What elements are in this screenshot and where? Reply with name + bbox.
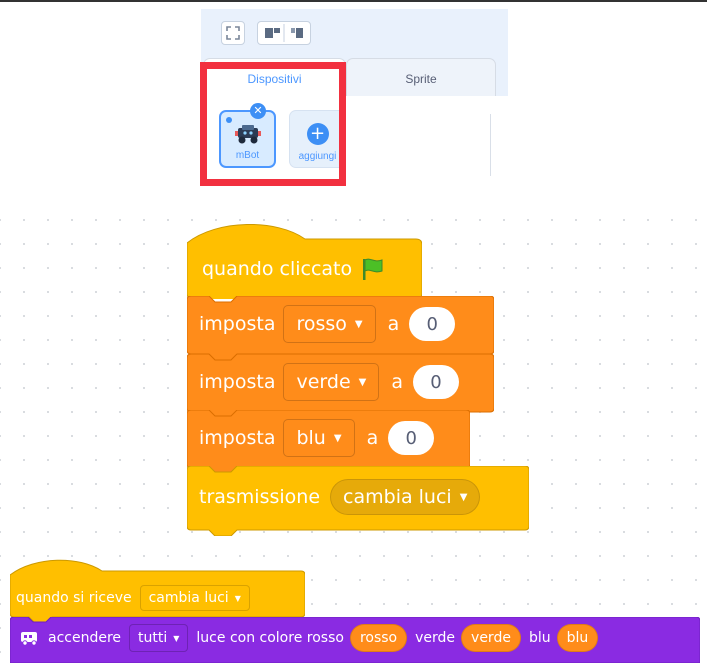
fullscreen-button[interactable] [221,21,245,45]
value-input[interactable]: 0 [413,365,459,399]
set-row: imposta blu ▼ a 0 [199,418,435,458]
variable-name: blu [296,427,326,449]
set-row: imposta rosso ▼ a 0 [199,304,456,344]
value-input[interactable]: 0 [388,421,435,455]
value-input[interactable]: 0 [409,307,456,341]
green-variable-pill[interactable]: verde [461,624,521,652]
mbot-board-icon [21,632,37,646]
device-label: mBot [235,150,260,161]
fullscreen-icon [226,26,240,40]
set-label: imposta [199,313,276,335]
variable-dropdown[interactable]: blu ▼ [283,419,355,457]
stage-size-toggle[interactable] [257,21,311,45]
led-text: luce con colore rosso [196,630,344,646]
set-variable-block[interactable]: imposta rosso ▼ a 0 [187,296,494,361]
device-list: mBot ✕ + aggiungi [201,96,508,188]
set-variable-block[interactable]: imposta verde ▼ a 0 [187,354,494,419]
set-label: imposta [199,371,276,393]
led-target-dropdown[interactable]: tutti ▼ [129,624,189,652]
tab-dispositivi[interactable]: Dispositivi [203,58,346,98]
when-flag-clicked-block[interactable]: quando cliccato [187,223,422,299]
device-card-mbot[interactable]: mBot [219,110,276,168]
broadcast-block[interactable]: trasmissione cambia luci ▼ [187,466,529,536]
plus-icon: + [306,123,329,145]
divider [490,114,491,176]
when-receive-block[interactable]: quando si riceve cambia luci ▼ [10,559,305,623]
add-label: aggiungi [298,151,337,162]
broadcast-row: trasmissione cambia luci ▼ [199,477,481,517]
stage-layout-icon [265,24,303,42]
message-name: cambia luci [148,590,229,606]
tab-label: Sprite [405,71,437,86]
mbot-icon [234,125,261,144]
variable-dropdown[interactable]: rosso ▼ [283,305,376,343]
variable-name: verde [296,371,351,393]
blue-variable-pill[interactable]: blu [556,624,599,652]
hat-label-group: quando cliccato [202,257,386,281]
dropdown-arrow-icon: ▼ [333,432,342,444]
add-device-button[interactable]: + aggiungi [289,110,346,168]
to-label: a [366,427,379,449]
tab-sprite[interactable]: Sprite [346,58,496,98]
set-label: imposta [199,427,276,449]
broadcast-label: trasmissione [199,486,321,508]
receive-row: quando si riceve cambia luci ▼ [16,585,250,611]
receive-message-dropdown[interactable]: cambia luci ▼ [139,585,250,611]
set-row: imposta verde ▼ a 0 [199,362,459,402]
dropdown-arrow-icon: ▼ [459,491,468,503]
variable-dropdown[interactable]: verde ▼ [283,363,380,401]
stage-toolbar [201,9,508,56]
dropdown-arrow-icon: ▼ [173,633,180,643]
message-dropdown[interactable]: cambia luci ▼ [330,479,481,515]
device-panel: Dispositivi Sprite mBot ✕ + aggiungi [201,9,508,188]
message-name: cambia luci [343,486,452,508]
led-label: accendere [48,630,122,646]
red-variable-pill[interactable]: rosso [349,624,408,652]
dropdown-arrow-icon: ▼ [358,376,367,388]
panel-tabs: Dispositivi Sprite [201,56,508,98]
close-icon[interactable]: ✕ [250,103,266,119]
to-label: a [387,313,400,335]
receive-label: quando si riceve [16,590,132,606]
dropdown-arrow-icon: ▼ [354,318,363,330]
led-row: accendere tutti ▼ luce con colore rosso r… [20,623,599,653]
tab-label: Dispositivi [247,71,302,86]
hat-label: quando cliccato [202,258,353,280]
variable-name: rosso [296,313,347,335]
set-variable-block[interactable]: imposta blu ▼ a 0 [187,410,470,475]
to-label: a [391,371,403,393]
green-flag-icon [363,258,383,280]
selected-dot [226,117,232,123]
target-name: tutti [138,630,168,646]
green-label: verde [415,630,456,646]
blue-label: blu [528,630,551,646]
top-border [0,0,707,2]
led-color-block[interactable]: accendere tutti ▼ luce con colore rosso r… [10,617,700,663]
dropdown-arrow-icon: ▼ [234,593,241,603]
